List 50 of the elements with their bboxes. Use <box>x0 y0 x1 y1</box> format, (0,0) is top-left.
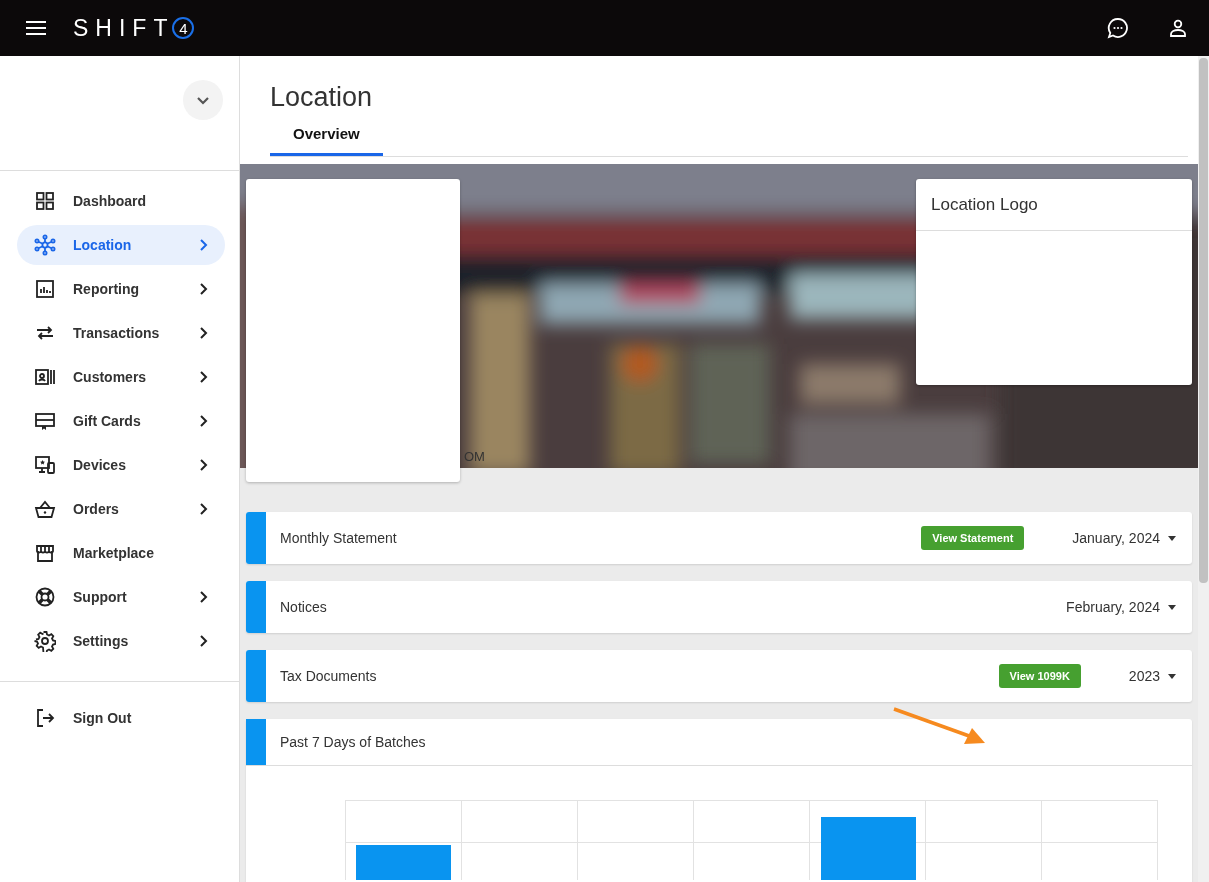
card-title: Location Logo <box>916 179 1192 231</box>
menu-icon[interactable] <box>26 20 46 36</box>
logo-text: SHIFT <box>73 14 175 42</box>
nav-item[interactable]: Transactions <box>17 313 225 353</box>
panel-accent <box>246 512 266 564</box>
logo-badge: 4 <box>172 17 195 39</box>
grid-icon <box>34 190 56 212</box>
nav-item[interactable]: Marketplace <box>17 533 225 573</box>
nav-item[interactable]: Reporting <box>17 269 225 309</box>
nav-item[interactable]: Settings <box>17 621 225 661</box>
sign-out-link[interactable]: Sign Out <box>17 698 225 738</box>
scrollbar[interactable] <box>1198 56 1209 882</box>
panel-title: Notices <box>280 599 328 615</box>
sign-out-icon <box>34 707 56 729</box>
partial-text: OM <box>464 449 485 464</box>
gift-card-icon <box>34 410 56 432</box>
tab[interactable]: Overview <box>270 125 383 156</box>
caret-icon <box>1168 535 1176 541</box>
chevron-down-icon <box>196 95 210 105</box>
nav-item[interactable]: Gift Cards <box>17 401 225 441</box>
dropdown[interactable]: 2023 <box>1128 668 1176 684</box>
dropdown[interactable]: January, 2024 <box>1072 530 1176 546</box>
store-icon <box>34 542 56 564</box>
caret-icon <box>1168 604 1176 610</box>
nav-item[interactable]: Customers <box>17 357 225 397</box>
panel-title: Monthly Statement <box>280 530 398 546</box>
caret-icon <box>1168 673 1176 679</box>
dropdown[interactable]: February, 2024 <box>1066 599 1176 615</box>
nav-item[interactable]: Support <box>17 577 225 617</box>
bar-chart-icon <box>34 278 56 300</box>
panel-accent <box>246 719 266 765</box>
user-icon[interactable] <box>1167 17 1189 39</box>
contact-card-icon <box>34 366 56 388</box>
nav-item[interactable]: Dashboard <box>17 181 225 221</box>
panel-accent <box>246 581 266 633</box>
nav-item[interactable]: Devices <box>17 445 225 485</box>
basket-icon <box>34 498 56 520</box>
panel-title: Past 7 Days of Batches <box>280 734 427 750</box>
logo[interactable]: SHIFT 4 <box>73 14 195 42</box>
chat-icon[interactable] <box>1107 17 1129 39</box>
lifebuoy-icon <box>34 586 56 608</box>
nav-item[interactable]: Location <box>17 225 225 265</box>
devices-icon <box>34 454 56 476</box>
network-icon <box>34 234 56 256</box>
panel-title: Tax Documents <box>280 668 378 684</box>
panel-accent <box>246 650 266 702</box>
settings-icon <box>34 630 56 652</box>
page-title: Location <box>270 82 374 113</box>
nav-item[interactable]: Orders <box>17 489 225 529</box>
scroll-thumb[interactable] <box>1199 58 1208 583</box>
